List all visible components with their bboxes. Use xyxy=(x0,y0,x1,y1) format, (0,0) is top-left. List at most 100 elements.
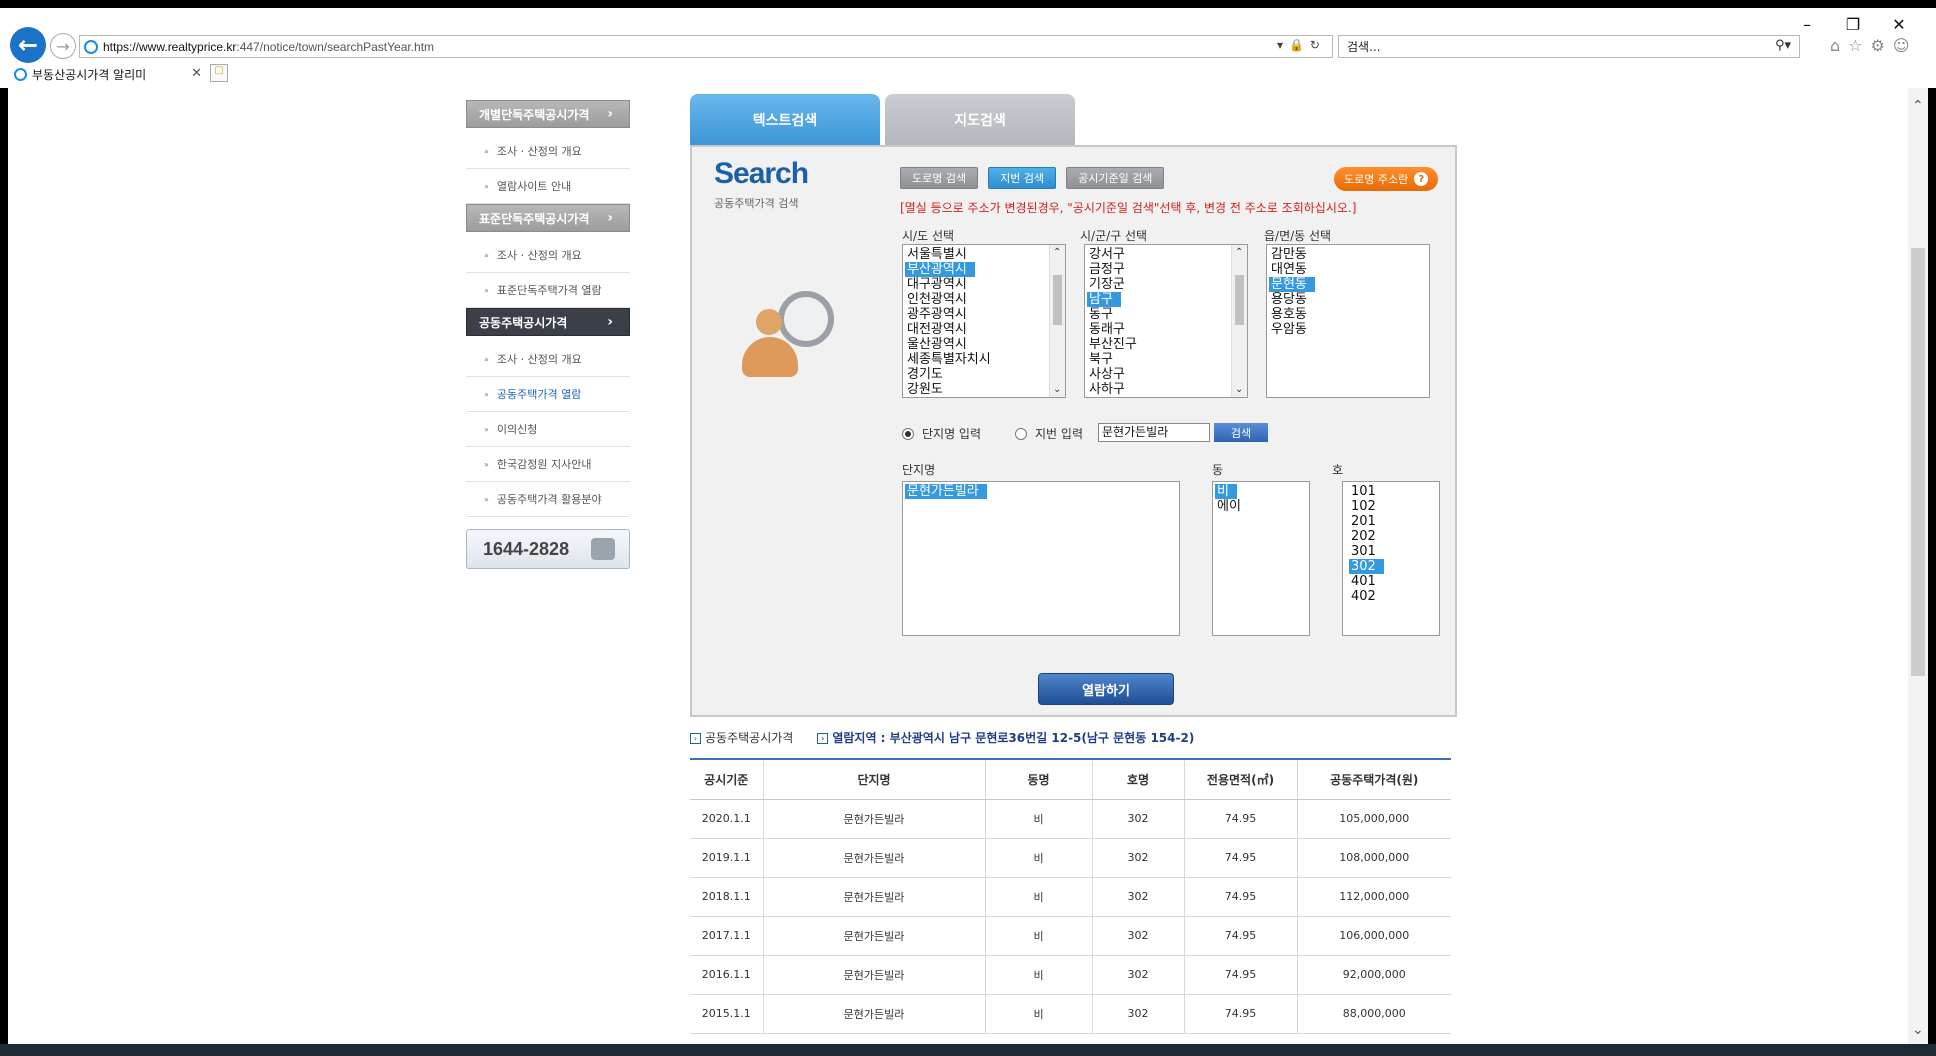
radio-complex-name[interactable] xyxy=(902,427,914,440)
nav-item-usage[interactable]: » 공동주택가격 활용분야 xyxy=(466,482,630,517)
table-row: 2020.1.1 문현가든빌라 비 302 74.95 105,000,000 xyxy=(690,799,1451,839)
scroll-thumb[interactable] xyxy=(1235,275,1244,325)
lock-refresh-icon[interactable]: ▾🔒↻ xyxy=(1277,38,1326,52)
sigungu-option[interactable]: 동구 xyxy=(1087,307,1113,322)
close-tab-icon[interactable]: ✕ xyxy=(191,66,202,81)
radio-lot-number[interactable] xyxy=(1015,427,1028,440)
browser-search-input[interactable]: 검색... ⚲▾ xyxy=(1338,35,1800,58)
sigungu-option[interactable]: 강서구 xyxy=(1087,247,1125,262)
smiley-icon[interactable]: ☺ xyxy=(1893,36,1910,55)
ho-option[interactable]: 302 xyxy=(1349,559,1384,574)
complex-name-input[interactable]: 문현가든빌라 xyxy=(1098,423,1210,442)
sido-option[interactable]: 서울특별시 xyxy=(905,247,967,262)
table-cell: 112,000,000 xyxy=(1297,877,1451,917)
new-tab-icon[interactable]: ▢ xyxy=(210,64,228,82)
scroll-up-icon[interactable]: ⌃ xyxy=(1912,98,1924,114)
home-icon[interactable]: ⌂ xyxy=(1830,36,1840,55)
sigungu-option[interactable]: 기장군 xyxy=(1087,277,1125,292)
nav-item-survey-overview[interactable]: » 조사 · 산정의 개요 xyxy=(466,134,630,169)
sido-option[interactable]: 대전광역시 xyxy=(905,322,967,337)
browser-tab[interactable]: 부동산공시가격 알리미 ✕ xyxy=(10,62,206,86)
view-button[interactable]: 열람하기 xyxy=(1038,673,1174,705)
restore-icon[interactable]: ❐ xyxy=(1830,12,1876,36)
sido-option[interactable]: 세종특별자치시 xyxy=(905,352,991,367)
emd-option[interactable]: 대연동 xyxy=(1269,262,1307,277)
emd-option[interactable]: 우암동 xyxy=(1269,322,1307,337)
road-address-help-button[interactable]: 도로명 주소란 ? xyxy=(1334,167,1439,191)
tab-map-search[interactable]: 지도검색 xyxy=(885,94,1075,146)
dong-option[interactable]: 에이 xyxy=(1215,499,1241,514)
sigungu-listbox[interactable]: 강서구 금정구 기장군 남구 동구 동래구 부산진구 북구 사상구 사하구 ⌃ ⌄ xyxy=(1084,244,1248,398)
ho-option[interactable]: 201 xyxy=(1349,514,1376,529)
sigungu-option[interactable]: 사하구 xyxy=(1087,382,1125,397)
nav-item-branch-info[interactable]: » 한국감정원 지사안내 xyxy=(466,447,630,482)
page-scrollbar[interactable]: ⌃ ⌄ xyxy=(1908,88,1928,1044)
scroll-thumb[interactable] xyxy=(1053,275,1062,325)
ho-option[interactable]: 401 xyxy=(1349,574,1376,589)
forward-button[interactable]: → xyxy=(50,33,76,59)
table-row: 2019.1.1 문현가든빌라 비 302 74.95 108,000,000 xyxy=(690,838,1451,878)
bullet-icon: » xyxy=(484,146,489,156)
road-name-search-button[interactable]: 도로명 검색 xyxy=(900,167,979,189)
sigungu-option[interactable]: 사상구 xyxy=(1087,367,1125,382)
emd-option[interactable]: 문현동 xyxy=(1269,277,1315,292)
ho-option[interactable]: 102 xyxy=(1349,499,1376,514)
sido-option[interactable]: 울산광역시 xyxy=(905,337,967,352)
sigungu-option[interactable]: 북구 xyxy=(1087,352,1113,367)
base-date-search-button[interactable]: 공시기준일 검색 xyxy=(1066,167,1165,189)
tab-text-search[interactable]: 텍스트검색 xyxy=(690,94,880,146)
sigungu-option[interactable]: 부산진구 xyxy=(1087,337,1137,352)
search-icon[interactable]: ⚲▾ xyxy=(1775,38,1791,53)
back-button[interactable]: ← xyxy=(10,27,46,63)
gear-icon[interactable]: ⚙ xyxy=(1871,36,1885,55)
search-logo: Search xyxy=(714,157,809,190)
nav-section-apartment[interactable]: 공동주택공시가격 › xyxy=(466,308,630,336)
nav-section-label: 공동주택공시가격 xyxy=(479,315,568,330)
scroll-down-icon[interactable]: ⌄ xyxy=(1912,1022,1924,1038)
sido-option[interactable]: 광주광역시 xyxy=(905,307,967,322)
ho-option[interactable]: 202 xyxy=(1349,529,1376,544)
complex-listbox[interactable]: 문현가든빌라 xyxy=(902,481,1180,636)
sido-option[interactable]: 경기도 xyxy=(905,367,943,382)
complex-option[interactable]: 문현가든빌라 xyxy=(905,484,987,499)
nav-item-apartment-price-view[interactable]: » 공동주택가격 열람 xyxy=(466,377,630,412)
sido-option[interactable]: 인천광역시 xyxy=(905,292,967,307)
nav-section-individual-house[interactable]: 개별단독주택공시가격 › xyxy=(466,100,630,128)
sigungu-option[interactable]: 금정구 xyxy=(1087,262,1125,277)
address-bar[interactable]: https://www.realtyprice.kr:447/notice/to… xyxy=(79,35,1333,58)
search-button[interactable]: 검색 xyxy=(1214,423,1268,442)
dong-listbox[interactable]: 비 에이 xyxy=(1212,481,1310,636)
listbox-scrollbar[interactable]: ⌃ ⌄ xyxy=(1231,245,1247,397)
nav-item-objection[interactable]: » 이의신청 xyxy=(466,412,630,447)
ho-option[interactable]: 101 xyxy=(1349,484,1376,499)
emd-option[interactable]: 용당동 xyxy=(1269,292,1307,307)
scroll-down-icon[interactable]: ⌄ xyxy=(1235,384,1243,395)
scroll-down-icon[interactable]: ⌄ xyxy=(1053,384,1061,395)
ho-listbox[interactable]: 101 102 201 202 301 302 401 402 xyxy=(1342,481,1440,636)
favorites-star-icon[interactable]: ☆ xyxy=(1848,36,1862,55)
minimize-icon[interactable]: – xyxy=(1784,12,1830,36)
sigungu-option[interactable]: 남구 xyxy=(1087,292,1121,307)
emd-option[interactable]: 감만동 xyxy=(1269,247,1307,262)
nav-item-site-guide[interactable]: » 열람사이트 안내 xyxy=(466,169,630,204)
scroll-up-icon[interactable]: ⌃ xyxy=(1235,247,1243,258)
sido-option[interactable]: 부산광역시 xyxy=(905,262,975,277)
sido-listbox[interactable]: 서울특별시 부산광역시 대구광역시 인천광역시 광주광역시 대전광역시 울산광역시 세종특별자… xyxy=(902,244,1066,398)
emd-listbox[interactable]: 감만동 대연동 문현동 용당동 용호동 우암동 xyxy=(1266,244,1430,398)
sigungu-option[interactable]: 동래구 xyxy=(1087,322,1125,337)
listbox-scrollbar[interactable]: ⌃ ⌄ xyxy=(1049,245,1065,397)
nav-section-standard-house[interactable]: 표준단독주택공시가격 › xyxy=(466,204,630,232)
nav-item-survey-overview[interactable]: » 조사 · 산정의 개요 xyxy=(466,238,630,273)
scroll-thumb[interactable] xyxy=(1911,248,1925,676)
sido-option[interactable]: 강원도 xyxy=(905,382,943,397)
scroll-up-icon[interactable]: ⌃ xyxy=(1053,247,1061,258)
dong-option[interactable]: 비 xyxy=(1215,484,1237,499)
close-window-icon[interactable]: ✕ xyxy=(1876,12,1922,36)
nav-item-survey-overview[interactable]: » 조사 · 산정의 개요 xyxy=(466,342,630,377)
sido-option[interactable]: 대구광역시 xyxy=(905,277,967,292)
ho-option[interactable]: 402 xyxy=(1349,589,1376,604)
emd-option[interactable]: 용호동 xyxy=(1269,307,1307,322)
nav-item-standard-price-view[interactable]: » 표준단독주택가격 열람 xyxy=(466,273,630,308)
lot-number-search-button[interactable]: 지번 검색 xyxy=(988,167,1057,189)
ho-option[interactable]: 301 xyxy=(1349,544,1376,559)
